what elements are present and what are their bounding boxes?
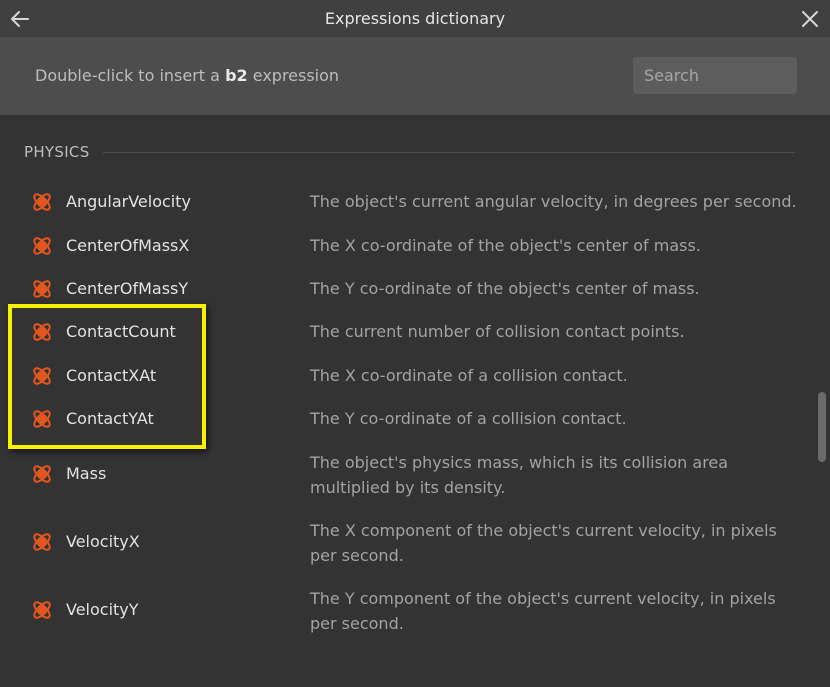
physics-behavior-icon [30, 407, 54, 431]
list-item-center-of-mass-y[interactable]: CenterOfMassY The Y co-ordinate of the o… [0, 272, 815, 306]
list-item-contact-x-at[interactable]: ContactXAt The X co-ordinate of a collis… [0, 359, 815, 393]
physics-behavior-icon [30, 190, 54, 214]
expression-name: ContactXAt [66, 366, 157, 385]
expressions-list: PHYSICS AngularVelocity The object's cur… [0, 115, 830, 687]
expressions-dictionary-dialog: Expressions dictionary Double-click to i… [0, 0, 830, 687]
physics-behavior-icon [30, 462, 54, 486]
expression-name: Mass [66, 464, 107, 483]
expression-name: AngularVelocity [66, 192, 191, 211]
expression-description: The Y co-ordinate of a collision contact… [310, 409, 627, 428]
section-divider [103, 152, 795, 153]
expression-name: VelocityY [66, 600, 139, 619]
list-item-velocity-x[interactable]: VelocityX The X component of the object'… [0, 517, 815, 571]
expression-name: ContactCount [66, 322, 176, 341]
expression-name: CenterOfMassX [66, 236, 190, 255]
close-icon[interactable] [798, 7, 822, 31]
window-title: Expressions dictionary [324, 9, 506, 28]
expression-description: The X co-ordinate of the object's center… [310, 236, 701, 255]
expression-description: The X co-ordinate of a collision contact… [310, 366, 628, 385]
physics-behavior-icon [30, 277, 54, 301]
insert-hint: Double-click to insert a b2 expression [35, 65, 339, 87]
list-item-angular-velocity[interactable]: AngularVelocity The object's current ang… [0, 185, 815, 219]
expression-name: VelocityX [66, 532, 140, 551]
dialog-header: Double-click to insert a b2 expression [0, 38, 830, 115]
physics-behavior-icon [30, 364, 54, 388]
hint-prefix: Double-click to insert a [35, 66, 220, 85]
list-item-center-of-mass-x[interactable]: CenterOfMassX The X co-ordinate of the o… [0, 229, 815, 263]
expression-description: The X component of the object's current … [310, 521, 777, 565]
list-item-mass[interactable]: Mass The object's physics mass, which is… [0, 449, 815, 503]
expression-description: The Y component of the object's current … [310, 589, 776, 633]
physics-behavior-icon [30, 598, 54, 622]
hint-suffix: expression [252, 66, 340, 85]
physics-behavior-icon [30, 320, 54, 344]
expression-description: The object's physics mass, which is its … [310, 453, 729, 497]
hint-plugin-name: b2 [225, 66, 248, 85]
list-item-contact-count[interactable]: ContactCount The current number of colli… [0, 315, 815, 349]
section-title: PHYSICS [24, 143, 90, 161]
expression-name: ContactYAt [66, 409, 154, 428]
expression-description: The object's current angular velocity, i… [310, 192, 797, 211]
title-bar: Expressions dictionary [0, 0, 830, 38]
expression-description: The Y co-ordinate of the object's center… [310, 279, 700, 298]
expression-name: CenterOfMassY [66, 279, 189, 298]
search-input[interactable] [633, 57, 797, 94]
physics-behavior-icon [30, 530, 54, 554]
list-item-contact-y-at[interactable]: ContactYAt The Y co-ordinate of a collis… [0, 402, 815, 436]
list-scrollbar-thumb[interactable] [818, 392, 826, 462]
expression-description: The current number of collision contact … [310, 322, 685, 341]
list-item-velocity-y[interactable]: VelocityY The Y component of the object'… [0, 585, 815, 639]
physics-behavior-icon [30, 234, 54, 258]
